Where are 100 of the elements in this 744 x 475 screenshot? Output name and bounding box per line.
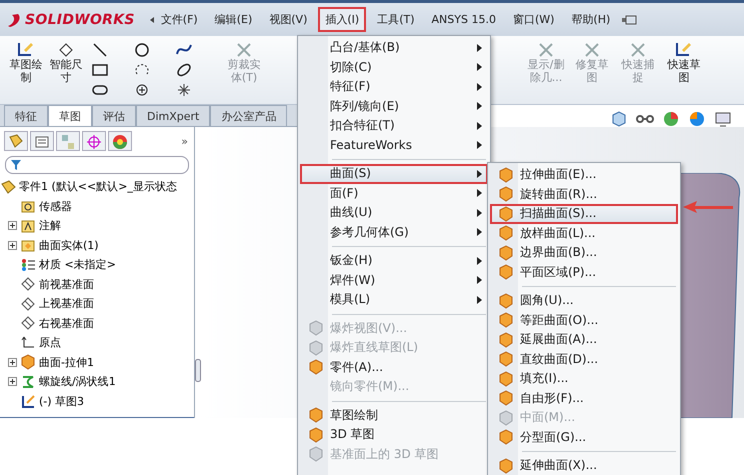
menu-item[interactable]: 曲线(U) <box>300 203 488 222</box>
menu-item[interactable]: 编辑(E) <box>208 8 258 31</box>
menu-item[interactable]: FeatureWorks <box>300 136 488 155</box>
feature-icon <box>498 292 514 309</box>
feature-icon <box>308 340 324 356</box>
feature-icon <box>498 351 514 368</box>
panel-tab[interactable] <box>4 131 28 151</box>
plane-icon <box>20 276 36 292</box>
submenu-arrow-icon <box>477 170 482 178</box>
menu-item[interactable]: 焊件(W) <box>300 270 488 290</box>
feature-icon <box>498 370 514 387</box>
tab[interactable]: 评估 <box>92 105 136 126</box>
menu-item[interactable]: 特征(F) <box>300 77 488 96</box>
menu-item[interactable]: 扫描曲面(S)... <box>490 204 678 224</box>
menu-item[interactable]: 自由形(F)... <box>490 388 678 408</box>
submenu-arrow-icon <box>477 208 482 217</box>
menu-item[interactable]: 切除(C) <box>300 58 488 77</box>
point-icon <box>134 82 150 98</box>
expand-icon <box>8 377 17 386</box>
tree-item[interactable]: 注解 <box>0 216 194 236</box>
menu-item[interactable]: 钣金(H) <box>300 251 488 270</box>
more-tabs-button[interactable]: » <box>181 134 188 148</box>
submenu-arrow-icon <box>477 44 482 52</box>
menu-item[interactable]: 边界曲面(B)... <box>490 243 678 262</box>
tree-item[interactable]: 原点 <box>0 333 194 352</box>
tree-item[interactable]: 右视基准面 <box>0 314 194 333</box>
menu-item[interactable]: 延展曲面(A)... <box>490 330 678 350</box>
logo-icon <box>6 12 22 28</box>
submenu-arrow-icon <box>477 276 482 284</box>
menu-item[interactable]: 文件(F) <box>154 8 204 31</box>
tab[interactable]: 特征 <box>4 105 48 126</box>
tree-item[interactable]: (-) 草图3 <box>0 392 194 411</box>
filter-field[interactable] <box>5 156 189 174</box>
menu-item[interactable]: 插入(I) <box>318 7 366 32</box>
menu-item[interactable]: 填充(I)... <box>490 369 678 388</box>
target-icon <box>85 133 103 151</box>
feature-icon <box>498 312 514 328</box>
feature-icon <box>308 446 324 462</box>
tree-item[interactable]: 上视基准面 <box>0 294 194 314</box>
tab[interactable]: DimXpert <box>136 105 210 126</box>
menu-item[interactable]: ANSYS 15.0 <box>426 9 502 30</box>
feature-icon <box>498 429 514 446</box>
menu-item[interactable]: 面(F) <box>300 184 488 203</box>
submenu-arrow-icon <box>477 228 482 236</box>
menu-item[interactable]: 曲面(S) <box>300 164 488 184</box>
feature-icon <box>308 407 324 424</box>
tree-item[interactable]: 零件1 (默认<<默认>_显示状态 <box>19 179 177 194</box>
part-icon <box>0 178 16 195</box>
ribbon-button[interactable]: 草图绘制 <box>6 40 46 104</box>
tree-item[interactable]: 曲面-拉伸1 <box>0 352 194 372</box>
tree-item[interactable]: 传感器 <box>0 196 194 216</box>
ribbon-button[interactable]: 智能尺寸 <box>46 40 86 104</box>
tab[interactable]: 办公室产品 <box>210 105 288 126</box>
menu-item[interactable]: 分型面(G)... <box>490 428 678 447</box>
menu-item[interactable]: 视图(V) <box>263 8 314 31</box>
tree-item[interactable]: 材质 <未指定> <box>0 255 194 274</box>
submenu-arrow-icon <box>477 82 482 91</box>
menu-item[interactable]: 模具(L) <box>300 290 488 310</box>
menu-item[interactable]: 草图绘制 <box>300 406 488 425</box>
feature-icon <box>498 332 514 348</box>
menu-item[interactable]: 3D 草图 <box>300 425 488 444</box>
tree-item[interactable]: 曲面实体(1) <box>0 236 194 255</box>
submenu-arrow-icon <box>477 141 482 150</box>
expand-icon <box>8 221 17 230</box>
app-logo: SOLIDWORKS <box>25 12 135 28</box>
monitor-icon <box>714 110 732 128</box>
submenu-arrow-icon <box>477 122 482 130</box>
menu-item[interactable]: 阵列/镜向(E) <box>300 96 488 116</box>
collapse-arrow-icon <box>148 16 155 24</box>
menu-item[interactable]: 圆角(U)... <box>490 291 678 310</box>
plane-icon <box>20 296 36 312</box>
tree-item[interactable]: 前视基准面 <box>0 274 194 294</box>
menu-item[interactable]: 窗口(W) <box>506 8 560 31</box>
menu-item[interactable]: 平面区域(P)... <box>490 262 678 282</box>
material-icon <box>20 256 36 273</box>
sketch-icon <box>20 393 36 410</box>
menu-item[interactable]: 旋转曲面(R)... <box>490 184 678 204</box>
panel-tab[interactable] <box>30 131 54 151</box>
menu-item[interactable]: 直纹曲面(D)... <box>490 350 678 369</box>
panel-tab[interactable] <box>82 131 106 151</box>
tab[interactable]: 草图 <box>48 105 92 126</box>
panel-tab[interactable] <box>108 131 132 151</box>
menu-item[interactable]: 帮助(H) <box>565 8 616 31</box>
tree-item[interactable]: 螺旋线/涡状线1 <box>0 372 194 392</box>
menu-item[interactable]: 工具(T) <box>371 8 421 31</box>
feature-icon <box>498 206 514 222</box>
tool-icon <box>674 40 694 58</box>
menu-item[interactable]: 参考几何体(G) <box>300 222 488 242</box>
feature-icon <box>498 264 514 280</box>
menu-item[interactable]: 拉伸曲面(E)... <box>490 165 678 184</box>
ellipse-icon <box>176 62 192 78</box>
menu-item[interactable]: 扣合特征(T) <box>300 116 488 136</box>
feature-icon <box>498 186 514 202</box>
menu-item[interactable]: 等距曲面(O)... <box>490 310 678 330</box>
menu-item[interactable]: 零件(A)... <box>300 358 488 377</box>
menu-item[interactable]: 凸台/基体(B) <box>300 38 488 58</box>
menu-item[interactable]: 延伸曲面(X)... <box>490 456 678 475</box>
ribbon-button[interactable]: 快速草图 <box>664 40 704 104</box>
filter-icon <box>10 159 22 171</box>
menu-item[interactable]: 放样曲面(L)... <box>490 224 678 243</box>
